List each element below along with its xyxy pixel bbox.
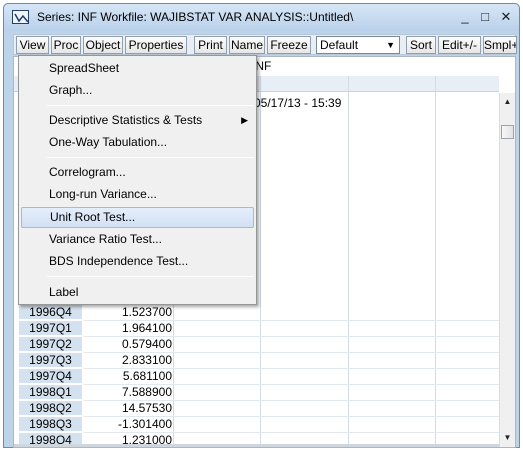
dropdown-arrow-icon: ▼	[386, 40, 395, 50]
object-button[interactable]: Object	[83, 36, 123, 54]
grid-line	[260, 76, 261, 447]
display-format-value: Default	[320, 38, 359, 52]
sample-toggle-button[interactable]: Smpl+	[483, 36, 517, 54]
row-value[interactable]: -1.301400	[84, 417, 172, 432]
maximize-button[interactable]: □	[476, 8, 494, 26]
row-label[interactable]: 1997Q2	[19, 337, 82, 352]
menu-item-unit-root-test[interactable]: Unit Root Test...	[21, 207, 254, 228]
row-label[interactable]: 1997Q1	[19, 321, 82, 336]
name-button[interactable]: Name	[229, 36, 265, 54]
grid-line	[348, 76, 349, 447]
menu-item-label[interactable]: Label	[21, 282, 254, 303]
scroll-thumb[interactable]	[501, 125, 514, 139]
edit-toggle-button[interactable]: Edit+/-	[438, 36, 481, 54]
row-label[interactable]: 1997Q3	[19, 353, 82, 368]
row-value[interactable]: 1.523700	[84, 305, 172, 320]
toolbar: View Proc Object Properties Print Name F…	[13, 34, 517, 55]
chevron-right-icon: ▶	[241, 115, 248, 125]
row-value[interactable]: 0.579400	[84, 337, 172, 352]
menu-item-variance-ratio-test[interactable]: Variance Ratio Test...	[21, 229, 254, 250]
row-label[interactable]: 1998Q3	[19, 417, 82, 432]
menu-item-long-run-variance[interactable]: Long-run Variance...	[21, 184, 254, 205]
horizontal-scroll-edge	[14, 444, 499, 447]
menu-item-label: Descriptive Statistics & Tests	[49, 113, 203, 127]
last-updated-timestamp: 05/17/13 - 15:39	[254, 96, 342, 110]
menu-separator	[47, 105, 254, 106]
series-app-icon	[12, 10, 29, 24]
menu-item-spreadsheet[interactable]: SpreadSheet	[21, 58, 254, 79]
properties-button[interactable]: Properties	[125, 36, 187, 54]
menu-separator	[47, 157, 254, 158]
row-value[interactable]: 14.57530	[84, 401, 172, 416]
menu-separator	[47, 276, 254, 277]
vertical-scrollbar[interactable]: ▲ ▼	[499, 93, 515, 447]
menu-item-descriptive-statistics[interactable]: Descriptive Statistics & Tests ▶	[21, 110, 254, 131]
minimize-button[interactable]: _	[456, 8, 474, 26]
row-value[interactable]: 2.833100	[84, 353, 172, 368]
menu-item-graph[interactable]: Graph...	[21, 80, 254, 101]
close-button[interactable]: ✕	[497, 8, 515, 26]
menu-item-one-way-tabulation[interactable]: One-Way Tabulation...	[21, 132, 254, 153]
menu-item-correlogram[interactable]: Correlogram...	[21, 162, 254, 183]
row-value[interactable]: 5.681100	[84, 369, 172, 384]
proc-button[interactable]: Proc	[51, 36, 81, 54]
freeze-button[interactable]: Freeze	[267, 36, 311, 54]
title-bar[interactable]: Series: INF Workfile: WAJIBSTAT VAR ANAL…	[4, 4, 519, 31]
scroll-up-arrow-icon[interactable]: ▲	[500, 95, 515, 109]
print-button[interactable]: Print	[194, 36, 227, 54]
scroll-down-arrow-icon[interactable]: ▼	[500, 431, 515, 445]
row-label[interactable]: 1998Q2	[19, 401, 82, 416]
grid-line	[435, 76, 436, 447]
row-value[interactable]: 1.964100	[84, 321, 172, 336]
row-value[interactable]: 7.588900	[84, 385, 172, 400]
display-format-select[interactable]: Default ▼	[316, 36, 400, 54]
row-label[interactable]: 1998Q1	[19, 385, 82, 400]
menu-item-bds-independence-test[interactable]: BDS Independence Test...	[21, 251, 254, 272]
sort-button[interactable]: Sort	[406, 36, 436, 54]
series-window: Series: INF Workfile: WAJIBSTAT VAR ANAL…	[3, 3, 520, 448]
window-title: Series: INF Workfile: WAJIBSTAT VAR ANAL…	[37, 10, 354, 24]
row-label[interactable]: 1996Q4	[19, 305, 82, 320]
view-dropdown-menu: SpreadSheet Graph... Descriptive Statist…	[18, 55, 257, 305]
row-label[interactable]: 1997Q4	[19, 369, 82, 384]
view-button[interactable]: View	[16, 36, 49, 54]
